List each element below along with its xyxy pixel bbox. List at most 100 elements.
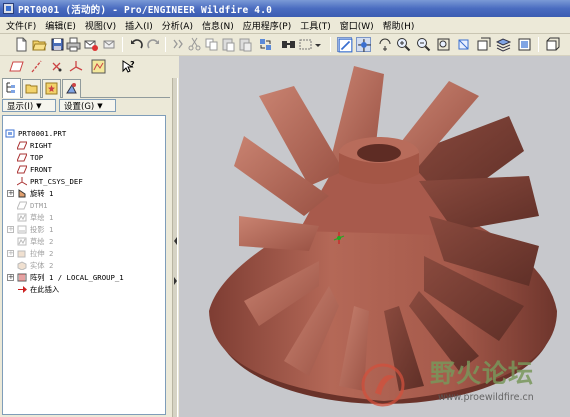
settings-dropdown[interactable]: 设置(G) ▼ bbox=[59, 99, 116, 112]
tree-item-insert-here[interactable]: 在此插入 bbox=[17, 284, 59, 295]
datum-point-icon[interactable] bbox=[49, 59, 64, 74]
reorient-icon[interactable] bbox=[456, 37, 471, 52]
tree-item-revolve[interactable]: 旋转 1 bbox=[17, 188, 53, 199]
datum-csys-icon[interactable] bbox=[69, 59, 84, 74]
tree-item-sketch2[interactable]: 草绘 2 bbox=[17, 236, 53, 247]
tree-item-projection[interactable]: 投影 1 bbox=[17, 224, 53, 235]
selection-filter-icon[interactable] bbox=[299, 37, 323, 52]
settings-dropdown-label: 设置(G) bbox=[64, 101, 95, 112]
undo-icon[interactable] bbox=[129, 37, 144, 52]
refit-icon[interactable] bbox=[436, 37, 451, 52]
tree-item-front[interactable]: FRONT bbox=[17, 164, 52, 175]
tree-item-label: RIGHT bbox=[30, 141, 52, 150]
watermark-url: www.proewildfire.cn bbox=[438, 392, 534, 403]
datum-plane-icon[interactable] bbox=[9, 59, 24, 74]
revolve-icon bbox=[18, 189, 26, 198]
cut-icon[interactable] bbox=[187, 37, 202, 52]
solid-icon bbox=[17, 261, 27, 270]
saved-views-icon[interactable] bbox=[476, 37, 491, 52]
svg-text:?: ? bbox=[130, 60, 135, 69]
spin-center-icon[interactable] bbox=[356, 37, 371, 52]
sketch-tool-icon[interactable] bbox=[91, 59, 106, 74]
tab-favorites[interactable] bbox=[42, 79, 61, 98]
tree-item-sketch1[interactable]: 草绘 1 bbox=[17, 212, 53, 223]
main-toolbar bbox=[0, 34, 570, 56]
new-file-icon[interactable] bbox=[14, 37, 29, 52]
menu-view[interactable]: 视图(V) bbox=[82, 19, 122, 32]
show-dropdown[interactable]: 显示(I) ▼ bbox=[2, 99, 56, 112]
title-bar[interactable]: PRT0001 (活动的) - Pro/ENGINEER Wildfire 4.… bbox=[0, 0, 570, 17]
expand-toggle[interactable]: + bbox=[7, 226, 14, 233]
zoom-in-icon[interactable] bbox=[396, 37, 411, 52]
menu-window[interactable]: 窗口(W) bbox=[337, 19, 380, 32]
navigator-panel: 显示(I) ▼ 设置(G) ▼ PRT0001.PRT RIGHT TOP FRON… bbox=[0, 78, 172, 417]
paste-special-icon[interactable] bbox=[238, 37, 253, 52]
projection-icon bbox=[17, 225, 27, 234]
menu-applications[interactable]: 应用程序(P) bbox=[240, 19, 297, 32]
expand-toggle[interactable]: + bbox=[7, 274, 14, 281]
menu-tools[interactable]: 工具(T) bbox=[297, 19, 337, 32]
menu-edit[interactable]: 编辑(E) bbox=[42, 19, 82, 32]
tree-item-right[interactable]: RIGHT bbox=[17, 140, 52, 151]
tree-item-label: 草绘 1 bbox=[30, 212, 54, 222]
regenerate-manager-icon[interactable] bbox=[258, 37, 273, 52]
tree-item-label: FRONT bbox=[30, 165, 52, 174]
tree-item-label: PRT_CSYS_DEF bbox=[30, 177, 83, 186]
window-title: PRT0001 (活动的) - Pro/ENGINEER Wildfire 4.… bbox=[18, 4, 273, 16]
tree-item-label: DTM1 bbox=[30, 201, 48, 210]
datum-axis-icon[interactable] bbox=[29, 59, 44, 74]
expand-right-icon[interactable] bbox=[173, 276, 178, 286]
datum-plane-icon bbox=[17, 141, 27, 150]
datum-plane-icon bbox=[17, 201, 27, 210]
menu-analysis[interactable]: 分析(A) bbox=[159, 19, 199, 32]
regenerate-icon[interactable] bbox=[170, 37, 185, 52]
redo-icon[interactable] bbox=[146, 37, 161, 52]
zoom-out-icon[interactable] bbox=[416, 37, 431, 52]
tree-item-part[interactable]: PRT0001.PRT bbox=[5, 128, 66, 139]
tree-item-label: 拉伸 2 bbox=[30, 248, 54, 258]
tree-item-csys[interactable]: PRT_CSYS_DEF bbox=[17, 176, 83, 187]
sketch-icon bbox=[17, 213, 27, 222]
menu-info[interactable]: 信息(N) bbox=[199, 19, 240, 32]
mail-attach-icon[interactable] bbox=[102, 37, 117, 52]
menu-bar: 文件(F) 编辑(E) 视图(V) 插入(I) 分析(A) 信息(N) 应用程序… bbox=[0, 17, 570, 34]
sketch-icon bbox=[17, 237, 27, 246]
print-icon[interactable] bbox=[66, 37, 81, 52]
panel-splitter[interactable] bbox=[172, 78, 178, 417]
extrude-icon bbox=[17, 250, 26, 258]
whats-this-icon[interactable]: ? bbox=[121, 59, 136, 74]
view-manager-icon[interactable] bbox=[517, 37, 532, 52]
datum-toolbar: ? bbox=[0, 56, 178, 78]
tree-item-solid[interactable]: 实体 2 bbox=[17, 260, 53, 271]
sketch-view-icon[interactable] bbox=[337, 37, 353, 53]
tab-folder-browser[interactable] bbox=[22, 79, 41, 98]
tree-item-dtm1[interactable]: DTM1 bbox=[17, 200, 48, 211]
menu-insert[interactable]: 插入(I) bbox=[122, 19, 159, 32]
datum-plane-icon bbox=[17, 165, 27, 174]
expand-toggle[interactable]: + bbox=[7, 190, 14, 197]
tree-controls: 显示(I) ▼ 设置(G) ▼ bbox=[2, 99, 170, 113]
tab-connections[interactable] bbox=[62, 79, 81, 98]
find-icon[interactable] bbox=[281, 37, 296, 52]
shading-icon[interactable] bbox=[545, 37, 560, 52]
csys-icon bbox=[17, 177, 27, 186]
expand-toggle[interactable]: + bbox=[7, 250, 14, 257]
tree-item-top[interactable]: TOP bbox=[17, 152, 43, 163]
copy-icon[interactable] bbox=[204, 37, 219, 52]
tree-item-pattern[interactable]: 阵列 1 / LOCAL_GROUP_1 bbox=[17, 272, 124, 283]
tab-model-tree[interactable] bbox=[2, 78, 21, 98]
tree-item-extrude[interactable]: 拉伸 2 bbox=[17, 248, 53, 259]
menu-help[interactable]: 帮助(H) bbox=[380, 19, 421, 32]
navigator-tabs bbox=[2, 78, 170, 98]
paste-icon[interactable] bbox=[221, 37, 236, 52]
layers-icon[interactable] bbox=[496, 37, 511, 52]
open-folder-icon[interactable] bbox=[32, 37, 47, 52]
send-mail-icon[interactable] bbox=[84, 37, 99, 52]
chevron-down-icon: ▼ bbox=[97, 101, 103, 110]
orient-icon[interactable] bbox=[378, 37, 393, 52]
chevron-down-icon: ▼ bbox=[36, 101, 42, 110]
watermark-text: 野火论坛 bbox=[430, 359, 535, 388]
save-icon[interactable] bbox=[50, 37, 65, 52]
menu-file[interactable]: 文件(F) bbox=[3, 19, 42, 32]
collapse-left-icon[interactable] bbox=[173, 236, 178, 246]
